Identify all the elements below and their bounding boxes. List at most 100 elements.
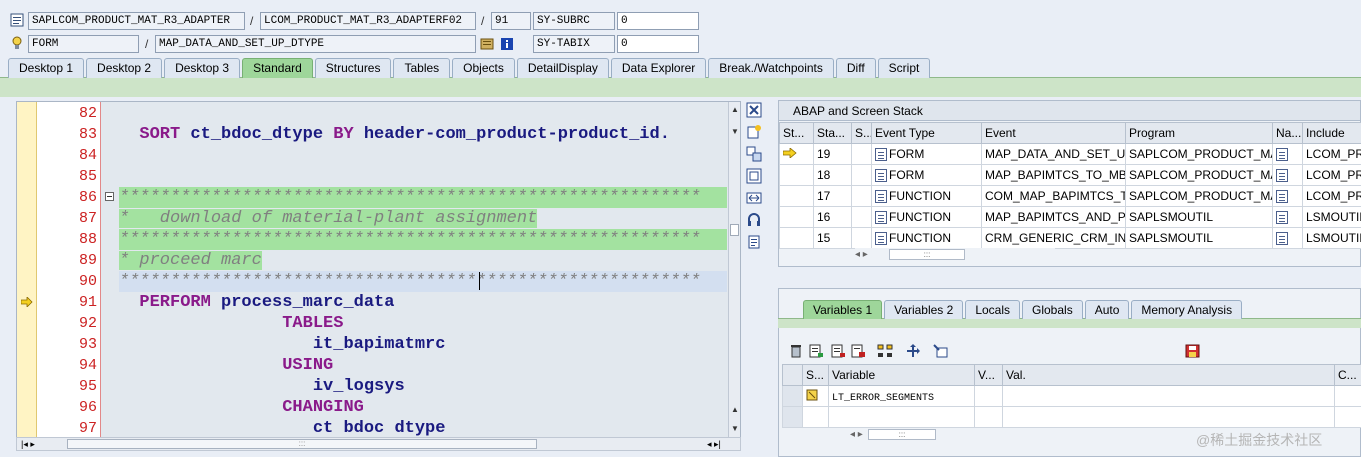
editor-horizontal-scrollbar[interactable]: |◂ ▸ ::: ◂ ▸| — [16, 437, 741, 451]
tab-data-explorer[interactable]: Data Explorer — [610, 58, 707, 78]
resize-horizontal-icon[interactable] — [746, 190, 762, 206]
variable-column-header[interactable] — [782, 364, 803, 386]
tab-objects[interactable]: Objects — [452, 58, 515, 78]
code-line[interactable]: PERFORM process_marc_data — [119, 292, 727, 313]
program-field[interactable]: SAPLCOM_PRODUCT_MAT_R3_ADAPTER — [28, 12, 245, 30]
code-line[interactable]: it_bapimatmrc — [119, 334, 727, 355]
scroll-thumb[interactable]: ::: — [67, 439, 537, 449]
stack-row[interactable]: 19 FORM MAP_DATA_AND_SET_U... SAPLCOM_PRODU… — [779, 143, 1361, 165]
fold-toggle-icon[interactable] — [105, 192, 114, 201]
maximize-icon[interactable] — [746, 168, 762, 184]
stack-scrollbar[interactable]: ◂ ▸ ::: — [855, 248, 1055, 262]
navigate-icon[interactable] — [1276, 190, 1288, 204]
display-source-icon[interactable] — [480, 37, 494, 51]
breakpoint-gutter[interactable] — [17, 102, 37, 437]
code-line[interactable]: USING — [119, 355, 727, 376]
navigate-icon[interactable] — [1276, 232, 1288, 246]
source-editor[interactable]: SORT ct_bdoc_dtype BY header-com_product… — [16, 101, 741, 438]
code-line[interactable]: * download of material-plant assignment — [119, 208, 727, 229]
stack-column-header[interactable]: Event — [981, 122, 1126, 144]
navigate-icon[interactable] — [1276, 169, 1288, 183]
info-icon[interactable] — [500, 37, 514, 51]
variable-column-header[interactable]: C... — [1334, 364, 1361, 386]
sysvar-value-2[interactable]: 0 — [617, 35, 699, 53]
tab-tables[interactable]: Tables — [393, 58, 451, 78]
stack-row[interactable]: 17 FUNCTION COM_MAP_BAPIMTCS_T... SAPLCOM_P… — [779, 185, 1361, 207]
navigate-icon[interactable] — [1276, 211, 1288, 225]
stack-column-header[interactable]: Sta... — [813, 122, 852, 144]
navigate-icon[interactable] — [1276, 148, 1288, 162]
code-line[interactable] — [119, 145, 727, 166]
code-line[interactable]: CHANGING — [119, 397, 727, 418]
stack-row[interactable]: 18 FORM MAP_BAPIMTCS_TO_MB... SAPLCOM_PRODU… — [779, 164, 1361, 186]
code-line[interactable]: ****************************************… — [119, 271, 727, 292]
var-tab-memory-analysis[interactable]: Memory Analysis — [1131, 300, 1243, 319]
code-token: ****************************************… — [119, 188, 701, 207]
new-session-icon[interactable] — [746, 124, 762, 140]
tab-break-watchpoints[interactable]: Break./Watchpoints — [708, 58, 834, 78]
save-variable-icon[interactable] — [830, 344, 846, 358]
editor-vertical-scrollbar[interactable]: ▲ ▼ ▲ ▼ — [728, 102, 740, 437]
move-icon[interactable] — [905, 344, 921, 358]
event-name-field[interactable]: MAP_DATA_AND_SET_UP_DTYPE — [155, 35, 476, 53]
stack-column-header[interactable]: St... — [779, 122, 814, 144]
stack-column-header[interactable]: Event Type — [871, 122, 982, 144]
tab-standard[interactable]: Standard — [242, 58, 313, 78]
var-tab-auto[interactable]: Auto — [1084, 300, 1130, 319]
code-line[interactable] — [119, 166, 727, 187]
stack-row[interactable]: 16 FUNCTION MAP_BAPIMTCS_AND_P... SAPLSMOUT… — [779, 206, 1361, 228]
tab-desktop-3[interactable]: Desktop 3 — [164, 58, 241, 78]
close-icon[interactable] — [746, 102, 762, 118]
code-line[interactable]: ct bdoc dtype — [119, 418, 727, 437]
code-line[interactable]: ****************************************… — [119, 229, 727, 250]
tab-desktop-1[interactable]: Desktop 1 — [8, 58, 85, 78]
variable-column-header[interactable]: V... — [974, 364, 1003, 386]
delete-icon[interactable] — [788, 344, 804, 358]
headset-icon[interactable] — [746, 212, 762, 228]
event-type-field[interactable]: FORM — [28, 35, 139, 53]
code-line[interactable]: TABLES — [119, 313, 727, 334]
variable-column-header[interactable]: Val. — [1002, 364, 1335, 386]
stack-column-header[interactable]: Na... — [1272, 122, 1303, 144]
select-icon[interactable] — [933, 344, 949, 358]
code-line[interactable]: iv_logsys — [119, 376, 727, 397]
scroll-thumb[interactable]: ::: — [889, 249, 965, 260]
tab-diff[interactable]: Diff — [835, 58, 876, 78]
stack-column-header[interactable]: S... — [851, 122, 872, 144]
variable-row[interactable]: LT_ERROR_SEGMENTS — [782, 385, 1361, 407]
swap-icon[interactable] — [746, 146, 762, 162]
sysvar-label-2[interactable]: SY-TABIX — [533, 35, 615, 53]
code-line[interactable] — [119, 103, 727, 124]
stack-row[interactable]: 15 FUNCTION CRM_GENERIC_CRM_IN SAPLSMOUTIL L… — [779, 227, 1361, 249]
code-line[interactable]: ****************************************… — [119, 187, 727, 208]
variable-column-header[interactable]: Variable — [828, 364, 975, 386]
stack-column-header[interactable]: Include — [1302, 122, 1361, 144]
stack-panel: ABAP and Screen Stack St... Sta... S... Eve… — [778, 100, 1361, 267]
scroll-thumb[interactable]: ::: — [868, 429, 936, 440]
variable-column-header[interactable]: S... — [802, 364, 829, 386]
var-tab-variables-2[interactable]: Variables 2 — [884, 300, 964, 319]
sysvar-label-1[interactable]: SY-SUBRC — [533, 12, 615, 30]
change-icon[interactable] — [850, 344, 866, 358]
tab-desktop-2[interactable]: Desktop 2 — [86, 58, 163, 78]
tab-structures[interactable]: Structures — [314, 58, 392, 78]
include-field[interactable]: LCOM_PRODUCT_MAT_R3_ADAPTERF02 — [260, 12, 476, 30]
var-tab-locals[interactable]: Locals — [965, 300, 1020, 319]
tools-icon[interactable] — [746, 234, 762, 250]
sysvar-value-1[interactable]: 0 — [617, 12, 699, 30]
code-area[interactable]: SORT ct_bdoc_dtype BY header-com_product… — [119, 102, 727, 437]
code-line[interactable]: * proceed marc — [119, 250, 727, 271]
var-tab-variables-1[interactable]: Variables 1 — [803, 300, 883, 319]
code-line[interactable]: SORT ct_bdoc_dtype BY header-com_product… — [119, 124, 727, 145]
tab-detaildisplay[interactable]: DetailDisplay — [516, 58, 609, 78]
tab-script[interactable]: Script — [877, 58, 931, 78]
load-variable-icon[interactable] — [808, 344, 824, 358]
fold-column — [101, 102, 119, 437]
line-number-field[interactable]: 91 — [491, 12, 531, 30]
variables-scrollbar[interactable]: ◂ ▸ ::: — [850, 428, 990, 442]
var-tab-globals[interactable]: Globals — [1022, 300, 1083, 319]
hierarchy-icon[interactable] — [877, 344, 893, 358]
stack-column-header[interactable]: Program — [1125, 122, 1273, 144]
save-icon[interactable] — [1185, 344, 1201, 358]
variable-row[interactable] — [782, 406, 1361, 428]
